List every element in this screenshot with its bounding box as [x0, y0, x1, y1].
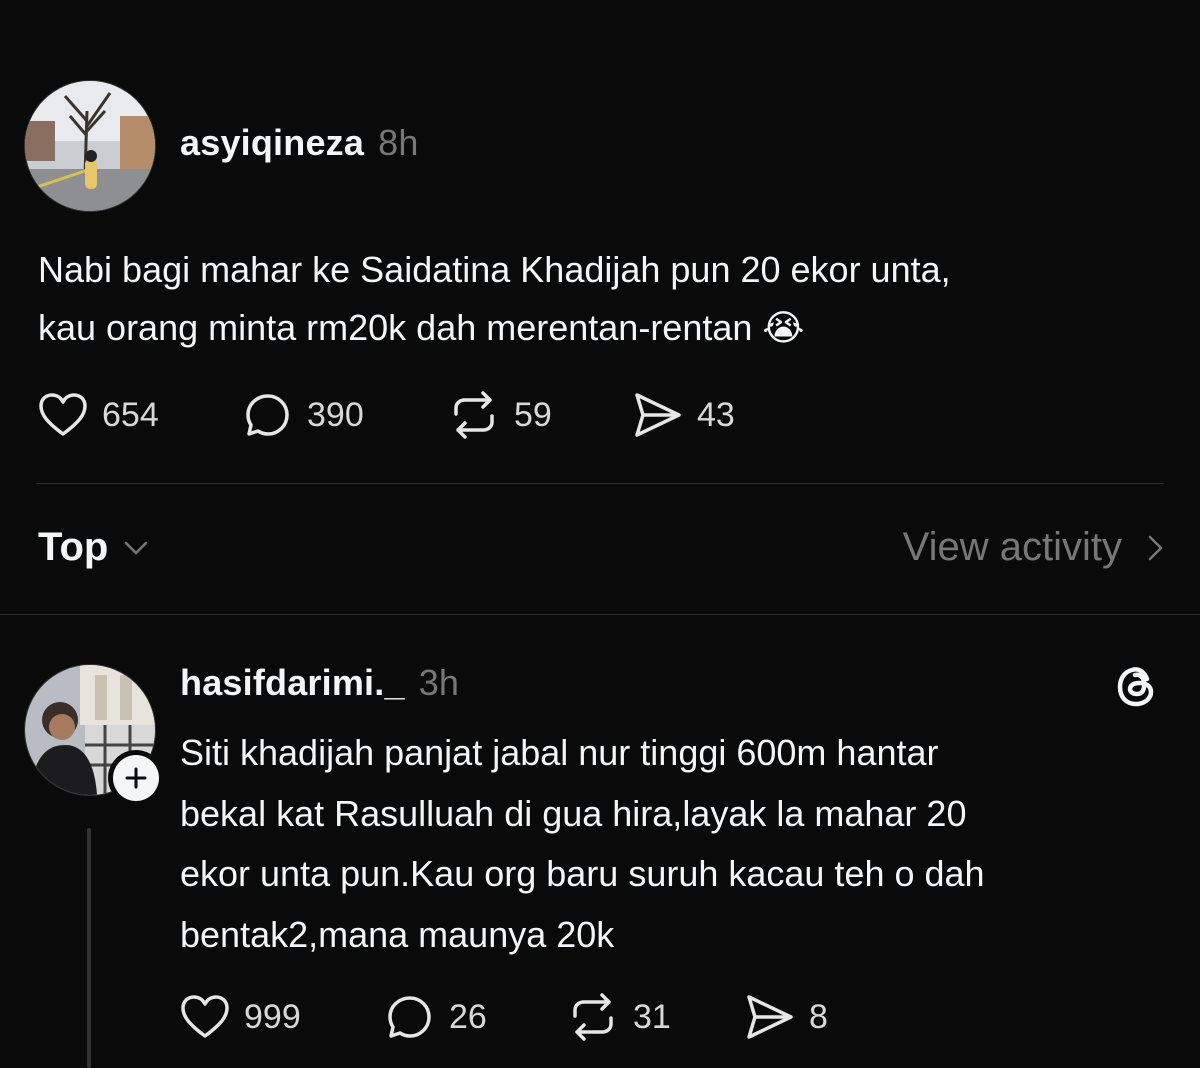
like-button[interactable]: 999: [180, 994, 385, 1040]
post-actions: 654 390 59 43: [38, 390, 783, 440]
comment-icon: [388, 996, 431, 1038]
repost-count: 59: [514, 395, 552, 434]
heart-icon: [181, 995, 229, 1038]
comment-icon: [246, 394, 289, 436]
reply-actions: 999 26 31 8: [180, 992, 865, 1042]
reply-button[interactable]: 26: [385, 992, 567, 1042]
post-username[interactable]: asyiqineza: [180, 122, 364, 163]
repost-count: 31: [633, 997, 671, 1036]
reply-button[interactable]: 390: [243, 390, 448, 440]
reply-count: 26: [449, 997, 487, 1036]
repost-icon: [573, 993, 613, 1041]
section-divider: [0, 614, 1200, 615]
repost-button[interactable]: 31: [567, 992, 745, 1042]
view-activity-label: View activity: [902, 525, 1122, 569]
share-count: 43: [697, 395, 735, 434]
reply-author-line: hasifdarimi._ 3h: [180, 662, 459, 704]
sort-label: Top: [38, 525, 109, 569]
post-divider: [36, 483, 1164, 484]
like-count: 654: [102, 395, 159, 434]
avatar-photo: [25, 81, 155, 211]
repost-button[interactable]: 59: [448, 390, 633, 440]
post-text: Nabi bagi mahar ke Saidatina Khadijah pu…: [38, 241, 951, 357]
reply-text-line: bentak2,mana maunya 20k: [180, 913, 615, 955]
share-button[interactable]: 8: [745, 993, 865, 1041]
share-button[interactable]: 43: [633, 391, 783, 439]
threads-logo-icon: [1117, 667, 1154, 707]
view-activity-link[interactable]: View activity: [903, 525, 1170, 570]
plus-icon: [125, 767, 147, 789]
avatar-asyiqineza[interactable]: [24, 80, 156, 212]
reply-username[interactable]: hasifdarimi._: [180, 662, 405, 703]
chevron-right-icon: [1148, 535, 1163, 560]
follow-button-inner: [113, 755, 159, 801]
post-text-line: Nabi bagi mahar ke Saidatina Khadijah pu…: [38, 249, 951, 290]
reply-text-line: Siti khadijah panjat jabal nur tinggi 60…: [180, 732, 939, 773]
reply-text: Siti khadijah panjat jabal nur tinggi 60…: [180, 723, 985, 965]
post-author-line: asyiqineza 8h: [180, 122, 419, 164]
repost-icon: [454, 391, 494, 439]
send-icon: [635, 393, 681, 437]
heart-icon: [39, 393, 87, 436]
reply-text-line: ekor unta pun.Kau org baru suruh kacau t…: [180, 853, 985, 894]
reply-count: 390: [307, 395, 364, 434]
reply-text-line: bekal kat Rasulluah di gua hira,layak la…: [180, 792, 967, 834]
post-time: 8h: [378, 122, 419, 163]
send-icon: [747, 995, 793, 1039]
thread-line: [87, 828, 91, 1068]
sort-dropdown[interactable]: Top: [38, 525, 152, 570]
reply-time: 3h: [418, 662, 460, 703]
chevron-down-icon: [125, 541, 148, 554]
post-text-line: kau orang minta rm20k dah merentan-renta…: [38, 307, 805, 348]
share-count: 8: [809, 997, 828, 1036]
threads-logo[interactable]: [1113, 662, 1161, 715]
follow-button[interactable]: [108, 750, 164, 806]
like-count: 999: [244, 997, 301, 1036]
like-button[interactable]: 654: [38, 392, 243, 438]
